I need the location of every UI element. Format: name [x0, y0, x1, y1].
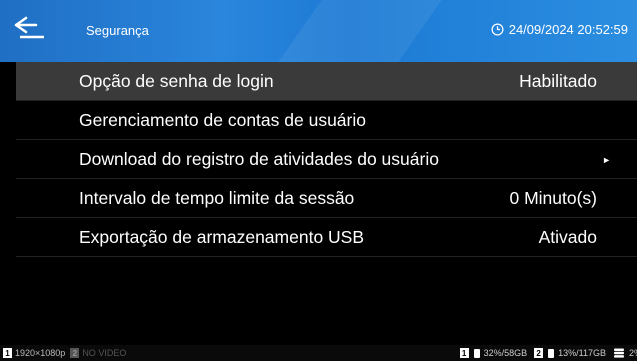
back-arrow-icon: [14, 16, 44, 39]
storage-status: 1 32%/58GB 2 13%/117GB 2%: [459, 348, 637, 358]
datetime-display: 24/09/2024 20:52:59: [491, 22, 628, 37]
status-bar: 1 1920×1080p 2 NO VIDEO 1 32%/58GB 2 13%…: [0, 345, 637, 361]
menu-item-label: Intervalo de tempo limite da sessão: [79, 187, 355, 208]
input-2-status: NO VIDEO: [82, 348, 127, 358]
usb-drive-icon: [548, 348, 555, 358]
drive-2-badge: 2: [534, 348, 544, 358]
menu-item-label: Opção de senha de login: [79, 70, 274, 91]
input-1-resolution: 1920×1080p: [15, 348, 66, 358]
storage-usage: 2%: [628, 348, 637, 358]
clock-icon: [491, 23, 504, 36]
datetime-text: 24/09/2024 20:52:59: [508, 22, 628, 37]
back-button[interactable]: [14, 15, 48, 47]
menu-item-label: Exportação de armazenamento USB: [79, 226, 365, 247]
usb-drive-icon: [473, 348, 480, 358]
video-inputs-status: 1 1920×1080p 2 NO VIDEO: [3, 348, 126, 358]
menu-item-user-accounts[interactable]: Gerenciamento de contas de usuário: [16, 101, 637, 140]
menu-item-login-password[interactable]: Opção de senha de login Habilitado: [16, 62, 637, 101]
input-1-badge: 1: [3, 348, 12, 358]
page-title: Segurança: [86, 23, 149, 38]
menu-item-activity-log-download[interactable]: Download do registro de atividades do us…: [16, 140, 637, 179]
menu-item-value: Ativado: [538, 226, 597, 247]
menu-item-usb-export[interactable]: Exportação de armazenamento USB Ativado: [16, 218, 637, 257]
storage-icon: [613, 348, 624, 358]
input-2-badge: 2: [70, 348, 80, 358]
drive-1-usage: 32%/58GB: [483, 348, 528, 358]
menu-item-session-timeout[interactable]: Intervalo de tempo limite da sessão 0 Mi…: [16, 179, 637, 218]
menu-item-label: Gerenciamento de contas de usuário: [79, 109, 366, 130]
menu-item-value: Habilitado: [519, 70, 597, 91]
header-bar: Segurança 24/09/2024 20:52:59: [0, 0, 637, 62]
menu-item-label: Download do registro de atividades do us…: [79, 148, 439, 169]
drive-2-usage: 13%/117GB: [558, 348, 606, 358]
menu-item-value: 0 Minuto(s): [509, 187, 597, 208]
submenu-arrow-icon: ►: [602, 155, 611, 165]
settings-menu: Opção de senha de login Habilitado Geren…: [16, 62, 637, 257]
drive-1-badge: 1: [459, 348, 469, 358]
